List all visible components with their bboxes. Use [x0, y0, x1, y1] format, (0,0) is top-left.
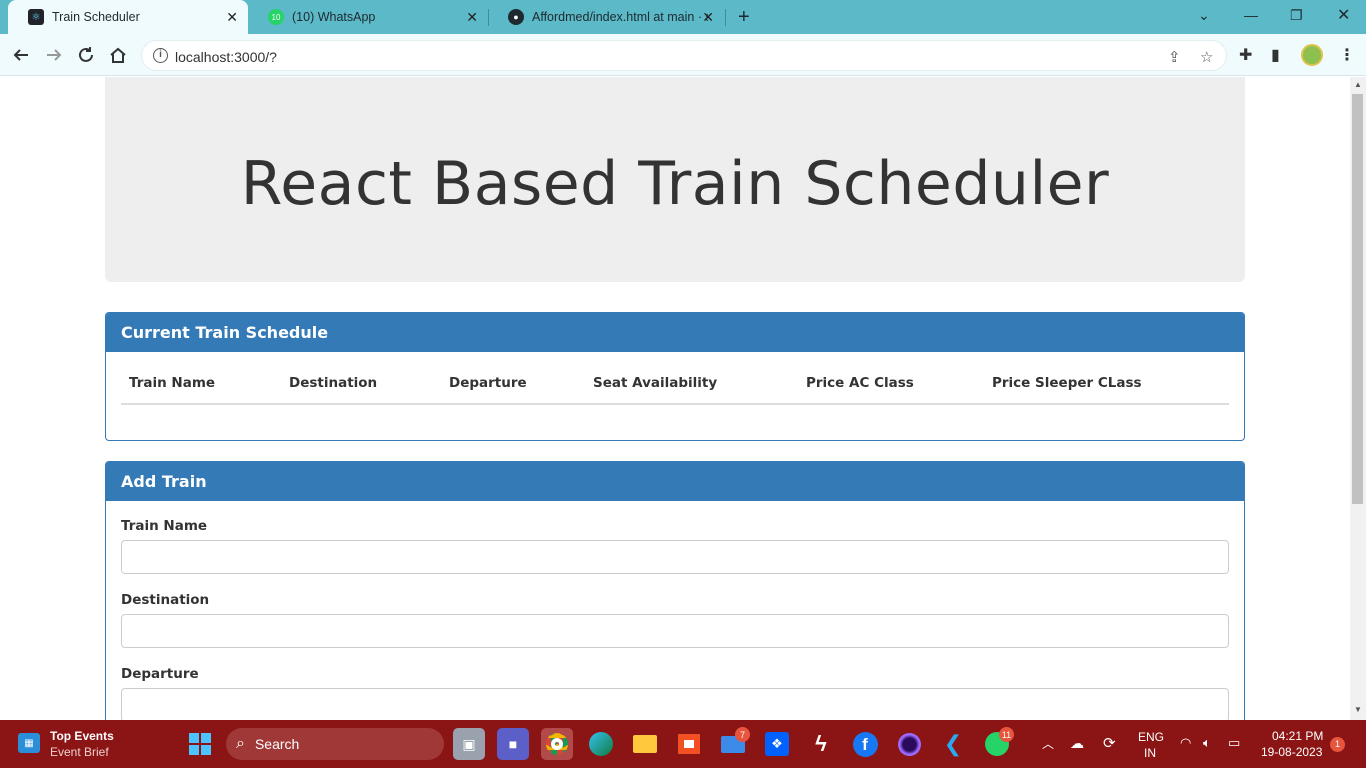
facebook-icon[interactable]: f — [849, 728, 881, 760]
chrome-icon[interactable] — [541, 728, 573, 760]
extensions-icon[interactable]: ✚ — [1239, 45, 1252, 65]
close-tab-icon[interactable]: ✕ — [466, 9, 478, 25]
add-train-panel: Add Train Train Name Destination Departu… — [105, 461, 1245, 720]
minimize-icon[interactable]: — — [1244, 7, 1258, 23]
bookmark-star-icon[interactable]: ☆ — [1200, 48, 1213, 66]
tab-search-icon[interactable]: ⌄ — [1198, 7, 1210, 24]
teams-chat-icon[interactable]: ■ — [497, 728, 529, 760]
forward-icon[interactable] — [43, 44, 65, 66]
column-destination: Destination — [289, 375, 378, 391]
language-bottom[interactable]: IN — [1144, 746, 1156, 760]
back-icon[interactable] — [10, 44, 32, 66]
scroll-down-icon[interactable]: ▼ — [1354, 705, 1362, 714]
train-name-input[interactable] — [121, 540, 1229, 574]
tray-overflow-chevron-icon[interactable]: ︿ — [1042, 735, 1054, 752]
side-panel-icon[interactable]: ▮ — [1271, 45, 1280, 65]
page-viewport: React Based Train Scheduler Current Trai… — [0, 77, 1350, 720]
new-tab-button[interactable]: + — [738, 5, 750, 29]
widget-subtitle[interactable]: Event Brief — [50, 745, 109, 759]
tab-whatsapp[interactable]: 10 (10) WhatsApp ✕ — [248, 0, 488, 34]
language-top[interactable]: ENG — [1138, 730, 1164, 744]
column-departure: Departure — [449, 375, 527, 391]
jumbotron: React Based Train Scheduler — [105, 77, 1245, 282]
tab-separator — [725, 9, 726, 26]
sync-icon[interactable]: ⟳ — [1103, 734, 1116, 752]
profile-avatar[interactable] — [1301, 44, 1323, 66]
whatsapp-badge: 11 — [999, 727, 1014, 742]
train-name-label: Train Name — [121, 518, 208, 534]
search-label: Search — [254, 736, 300, 752]
column-price-sleeper: Price Sleeper CLass — [992, 375, 1142, 391]
column-seat-availability: Seat Availability — [593, 375, 718, 391]
departure-input[interactable] — [121, 688, 1229, 720]
mail-icon[interactable]: 7 — [717, 727, 750, 760]
start-windows-icon[interactable] — [188, 732, 212, 756]
github-icon: ● — [508, 9, 524, 25]
widgets-icon[interactable]: ▦ — [18, 733, 40, 753]
tab-github[interactable]: ● Affordmed/index.html at main · s ✕ — [488, 0, 724, 34]
close-window-icon[interactable]: ✕ — [1337, 5, 1350, 25]
close-tab-icon[interactable]: ✕ — [702, 9, 714, 25]
reload-icon[interactable] — [75, 44, 97, 66]
edge-icon[interactable] — [585, 728, 617, 760]
microsoft-store-icon[interactable] — [673, 728, 705, 760]
file-explorer-icon[interactable] — [629, 728, 661, 760]
column-train-name: Train Name — [129, 375, 216, 391]
volume-icon[interactable]: 🔈︎ — [1203, 735, 1211, 751]
task-view-icon[interactable]: ▣ — [453, 728, 485, 760]
restore-icon[interactable]: ❐ — [1290, 7, 1303, 24]
scroll-up-icon[interactable]: ▲ — [1354, 80, 1362, 89]
share-icon[interactable]: ⇪ — [1168, 48, 1181, 66]
schedule-panel: Current Train Schedule Train Name Destin… — [105, 312, 1245, 441]
departure-label: Departure — [121, 666, 199, 682]
notification-badge[interactable]: 1 — [1330, 737, 1345, 752]
vscode-icon[interactable]: ❮ — [937, 728, 969, 760]
orb-app-icon[interactable] — [893, 728, 925, 760]
react-icon: ⚛ — [28, 9, 44, 25]
whatsapp-icon: 10 — [268, 9, 284, 25]
site-info-icon[interactable]: i — [153, 48, 168, 63]
address-bar[interactable]: i localhost:3000/? ⇪ ☆ — [141, 40, 1227, 71]
home-icon[interactable] — [107, 44, 129, 66]
destination-input[interactable] — [121, 614, 1229, 648]
clock-date[interactable]: 19-08-2023 — [1261, 745, 1322, 759]
tab-train-scheduler[interactable]: ⚛ Train Scheduler ✕ — [8, 0, 248, 34]
column-price-ac: Price AC Class — [806, 375, 914, 391]
page-scrollbar[interactable]: ▲ ▼ — [1350, 77, 1366, 720]
battery-icon[interactable]: ▭ — [1228, 735, 1240, 751]
widget-title[interactable]: Top Events — [50, 729, 114, 743]
schedule-table-header: Train Name Destination Departure Seat Av… — [121, 365, 1229, 405]
bolt-app-icon[interactable]: ϟ — [805, 728, 837, 760]
scrollbar-thumb[interactable] — [1352, 94, 1363, 504]
onedrive-icon[interactable]: ☁ — [1070, 735, 1084, 752]
dropbox-icon[interactable]: ❖ — [761, 728, 793, 760]
address-text[interactable]: localhost:3000/? — [175, 49, 277, 65]
taskbar-search-box[interactable]: ⌕ Search — [226, 728, 444, 760]
schedule-panel-title: Current Train Schedule — [106, 313, 1244, 352]
search-icon: ⌕ — [236, 735, 245, 752]
clock-time[interactable]: 04:21 PM — [1272, 729, 1323, 743]
add-train-panel-title: Add Train — [106, 462, 1244, 501]
mail-badge: 7 — [735, 727, 750, 742]
destination-label: Destination — [121, 592, 210, 608]
whatsapp-taskbar-icon[interactable]: 11 — [981, 727, 1014, 760]
menu-kebab-icon[interactable]: ⋮ — [1339, 45, 1355, 65]
browser-tab-strip: ⚛ Train Scheduler ✕ 10 (10) WhatsApp ✕ ●… — [0, 0, 1366, 34]
close-tab-icon[interactable]: ✕ — [226, 9, 238, 25]
wifi-icon[interactable]: ◠ — [1180, 735, 1191, 751]
page-title: React Based Train Scheduler — [240, 148, 1110, 219]
